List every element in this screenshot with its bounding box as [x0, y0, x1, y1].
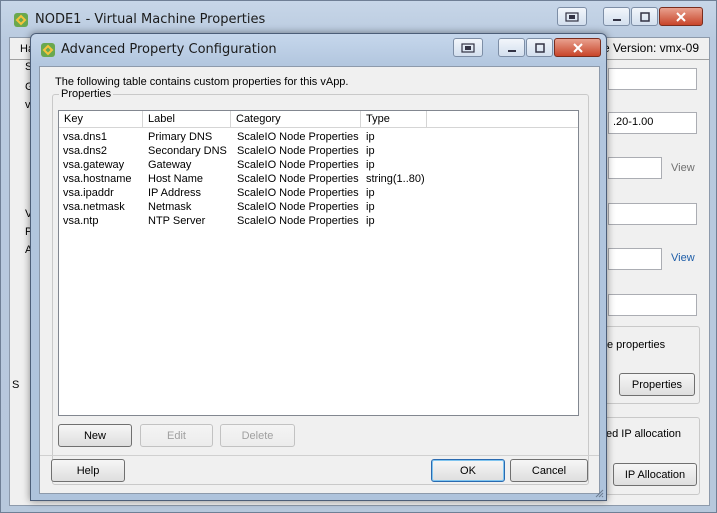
cell-category: ScaleIO Node Properties [237, 159, 359, 171]
dialog-content: The following table contains custom prop… [39, 66, 600, 494]
close-dialog-icon[interactable] [554, 38, 601, 57]
cell-key: vsa.netmask [63, 201, 125, 213]
cell-key: vsa.dns1 [63, 131, 108, 143]
cell-label: Gateway [148, 159, 192, 171]
vm-properties-titlebar: NODE1 - Virtual Machine Properties [1, 1, 717, 37]
properties-button[interactable]: Properties [619, 373, 695, 396]
restore-window-icon[interactable] [557, 7, 587, 26]
background-text-field[interactable] [608, 157, 662, 179]
table-header: Key Label Category Type [59, 111, 578, 128]
ok-button[interactable]: OK [431, 459, 505, 482]
ip-allocation-group: ed IP allocation IP Allocation [600, 417, 700, 495]
cell-label: Primary DNS [148, 131, 213, 143]
edit-button[interactable]: Edit [140, 424, 213, 447]
dialog-title: Advanced Property Configuration [61, 42, 277, 57]
column-header-key[interactable]: Key [59, 111, 143, 128]
background-text-field[interactable] [608, 203, 697, 225]
cell-type: ip [366, 215, 375, 227]
background-field-value: .20-1.00 [613, 116, 654, 128]
background-text-field[interactable] [608, 248, 662, 270]
maximize-icon[interactable] [526, 38, 553, 57]
view-link[interactable]: View [671, 252, 695, 264]
table-row[interactable]: vsa.gateway Gateway ScaleIO Node Propert… [59, 159, 578, 173]
column-header-label[interactable]: Label [143, 111, 231, 128]
minimize-icon[interactable] [498, 38, 525, 57]
vm-version-label: e Version: vmx-09 [602, 41, 699, 55]
restore-window-icon[interactable] [453, 38, 483, 57]
table-row[interactable]: vsa.dns1 Primary DNS ScaleIO Node Proper… [59, 131, 578, 145]
new-button[interactable]: New [58, 424, 132, 447]
table-row[interactable]: vsa.ipaddr IP Address ScaleIO Node Prope… [59, 187, 578, 201]
vsphere-app-icon [14, 13, 28, 27]
cell-category: ScaleIO Node Properties [237, 131, 359, 143]
close-window-icon[interactable] [659, 7, 703, 26]
minimize-icon[interactable] [603, 7, 630, 26]
left-list-item[interactable]: S [12, 379, 19, 391]
properties-table[interactable]: Key Label Category Type vsa.dns1 Primary… [58, 110, 579, 416]
cell-key: vsa.hostname [63, 173, 132, 185]
cell-type: ip [366, 145, 375, 157]
cell-type: ip [366, 201, 375, 213]
help-button[interactable]: Help [51, 459, 125, 482]
background-text-field[interactable]: .20-1.00 [608, 112, 697, 134]
cell-key: vsa.gateway [63, 159, 125, 171]
cell-label: IP Address [148, 187, 201, 199]
cell-type: ip [366, 131, 375, 143]
properties-group-label: Properties [59, 88, 114, 100]
table-row[interactable]: vsa.hostname Host Name ScaleIO Node Prop… [59, 173, 578, 187]
advanced-property-dialog: Advanced Property Configuration The foll… [30, 33, 607, 501]
dialog-intro-text: The following table contains custom prop… [55, 76, 349, 88]
ip-allocation-button[interactable]: IP Allocation [613, 463, 697, 486]
cell-key: vsa.dns2 [63, 145, 108, 157]
cell-category: ScaleIO Node Properties [237, 145, 359, 157]
background-text-field[interactable] [608, 294, 697, 316]
background-text-field[interactable] [608, 68, 697, 90]
view-link-disabled: View [671, 162, 695, 174]
vm-properties-title: NODE1 - Virtual Machine Properties [35, 12, 266, 27]
cell-label: NTP Server [148, 215, 206, 227]
cell-category: ScaleIO Node Properties [237, 215, 359, 227]
vsphere-app-icon [41, 43, 55, 57]
column-header-category[interactable]: Category [231, 111, 361, 128]
cell-category: ScaleIO Node Properties [237, 201, 359, 213]
cell-label: Secondary DNS [148, 145, 227, 157]
cell-category: ScaleIO Node Properties [237, 173, 359, 185]
resize-grip-icon[interactable] [594, 488, 604, 498]
cell-label: Netmask [148, 201, 192, 213]
cell-key: vsa.ntp [63, 215, 99, 227]
vapp-properties-text: e properties [607, 339, 666, 351]
delete-button[interactable]: Delete [220, 424, 295, 447]
footer-divider [40, 455, 599, 456]
cell-label: Host Name [148, 173, 204, 185]
ip-allocation-text: ed IP allocation [606, 428, 682, 440]
maximize-icon[interactable] [631, 7, 658, 26]
cell-key: vsa.ipaddr [63, 187, 114, 199]
cell-type: ip [366, 187, 375, 199]
table-row[interactable]: vsa.netmask Netmask ScaleIO Node Propert… [59, 201, 578, 215]
column-header-type[interactable]: Type [361, 111, 427, 128]
cell-category: ScaleIO Node Properties [237, 187, 359, 199]
table-row[interactable]: vsa.ntp NTP Server ScaleIO Node Properti… [59, 215, 578, 229]
cancel-button[interactable]: Cancel [510, 459, 588, 482]
vapp-properties-group: e properties Properties [600, 326, 700, 404]
cell-type: ip [366, 159, 375, 171]
cell-type: string(1..80) [366, 173, 425, 185]
table-row[interactable]: vsa.dns2 Secondary DNS ScaleIO Node Prop… [59, 145, 578, 159]
